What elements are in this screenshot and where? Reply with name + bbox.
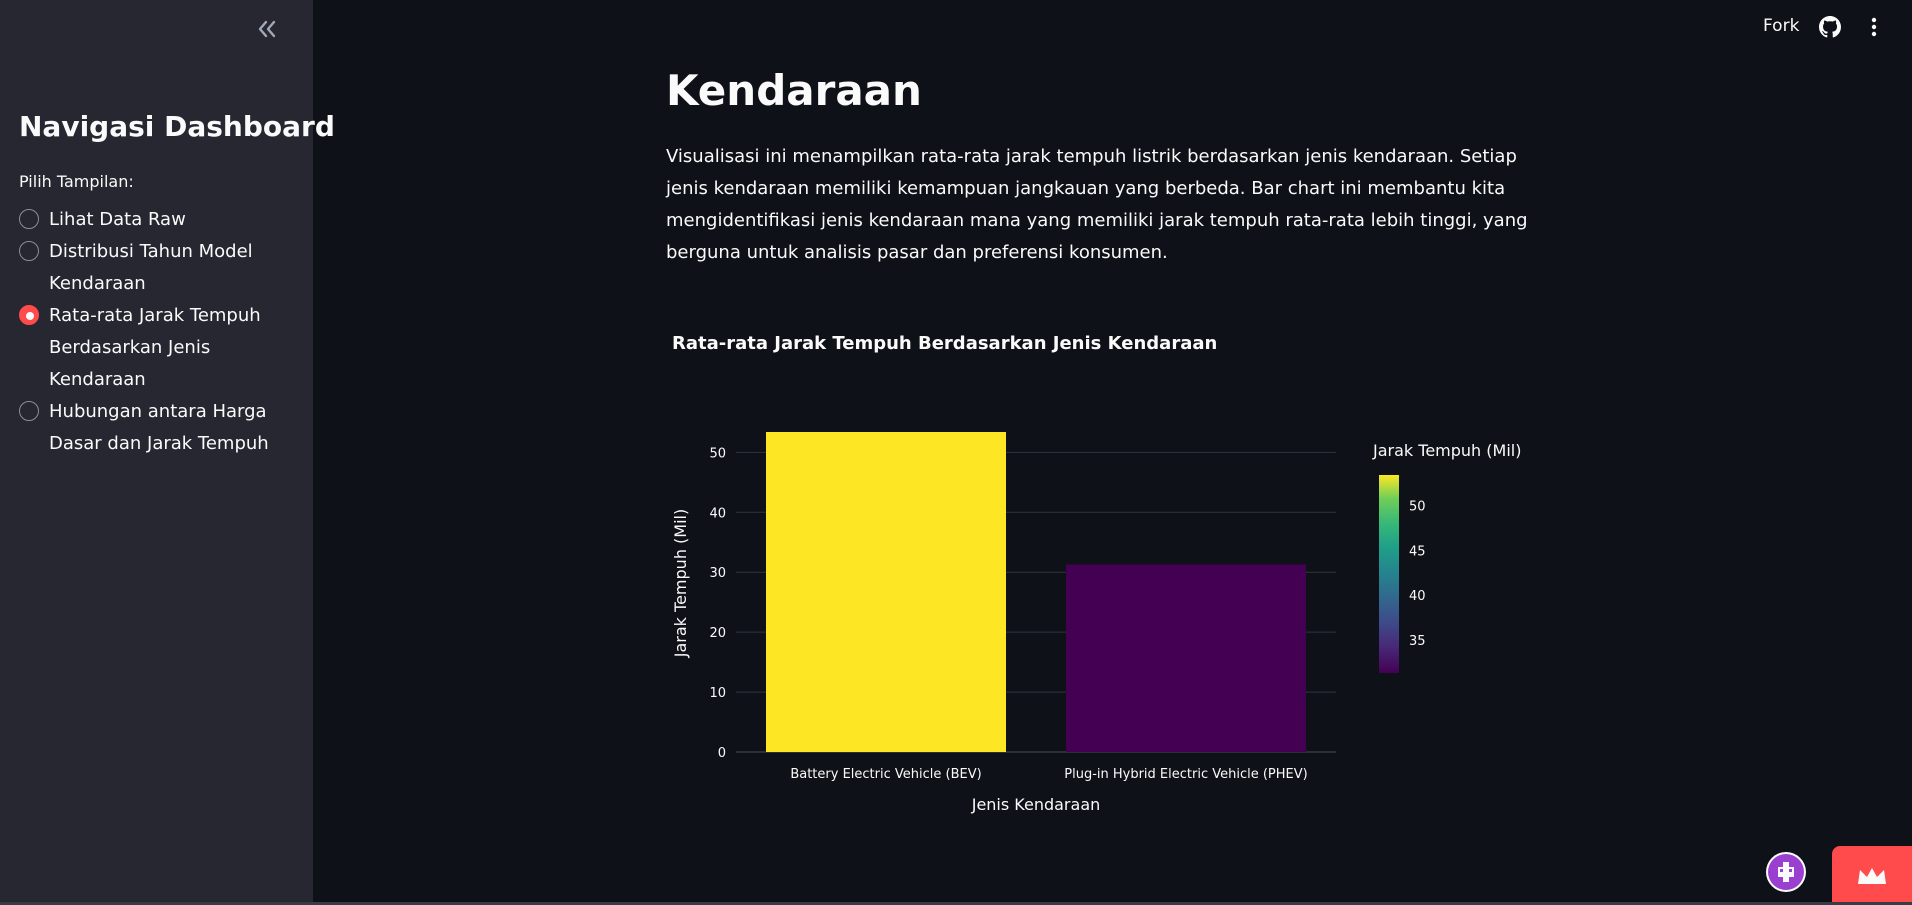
radio-group-label: Pilih Tampilan: — [19, 172, 134, 191]
x-tick-label: Battery Electric Vehicle (BEV) — [790, 767, 981, 782]
view-radio-group: Lihat Data Raw Distribusi Tahun Model Ke… — [19, 204, 299, 460]
radio-option-label: Lihat Data Raw — [49, 209, 186, 230]
bar-chart: 0 10 20 30 40 50 Battery Electric Vehicle (BE… — [671, 432, 1521, 814]
fork-button[interactable]: Fork — [1763, 16, 1799, 36]
y-tick-label: 0 — [718, 746, 726, 761]
user-avatar[interactable] — [1766, 852, 1806, 892]
bar[interactable] — [1066, 564, 1306, 752]
crown-icon — [1858, 867, 1886, 884]
radio-button[interactable] — [19, 401, 39, 421]
colorbar-tick-label: 45 — [1409, 544, 1426, 559]
double-chevron-left-icon — [258, 20, 276, 38]
y-tick-label: 20 — [709, 626, 726, 641]
sidebar: Navigasi Dashboard Pilih Tampilan: Lihat… — [0, 0, 335, 905]
page-title: Kendaraan — [666, 66, 922, 115]
bar[interactable] — [766, 432, 1006, 752]
colorbar — [1379, 475, 1399, 673]
colorbar-tick-labels: 35 40 45 50 — [1409, 499, 1426, 648]
github-icon[interactable] — [1819, 16, 1841, 42]
y-tick-labels: 0 10 20 30 40 50 — [709, 446, 726, 761]
radio-option-label: Rata-rata Jarak Tempuh Berdasarkan Jenis… — [49, 305, 261, 390]
colorbar-tick-label: 50 — [1409, 499, 1426, 514]
radio-option-label: Hubungan antara Harga Dasar dan Jarak Te… — [49, 401, 269, 454]
kebab-menu-icon[interactable] — [1864, 16, 1884, 42]
colorbar-tick-label: 40 — [1409, 589, 1426, 604]
y-tick-label: 10 — [709, 686, 726, 701]
radio-button[interactable] — [19, 241, 39, 261]
y-axis-label: Jarak Tempuh (Mil) — [671, 509, 690, 658]
x-axis-label: Jenis Kendaraan — [971, 795, 1101, 814]
x-tick-labels: Battery Electric Vehicle (BEV) Plug-in Hy… — [790, 767, 1307, 782]
radio-option-lihat-data-raw[interactable]: Lihat Data Raw — [19, 204, 299, 236]
collapse-sidebar-button[interactable] — [250, 14, 284, 44]
radio-option-distribusi-tahun[interactable]: Distribusi Tahun Model Kendaraan — [19, 236, 299, 300]
radio-option-rata-rata-jarak[interactable]: Rata-rata Jarak Tempuh Berdasarkan Jenis… — [19, 300, 299, 396]
colorbar-tick-label: 35 — [1409, 634, 1426, 649]
radio-button-selected[interactable] — [19, 305, 39, 325]
colorbar-title: Jarak Tempuh (Mil) — [1372, 441, 1521, 460]
x-tick-label: Plug-in Hybrid Electric Vehicle (PHEV) — [1064, 767, 1307, 782]
radio-option-label: Distribusi Tahun Model Kendaraan — [49, 241, 253, 294]
y-tick-label: 30 — [709, 566, 726, 581]
avatar-icon — [1768, 854, 1804, 890]
radio-button[interactable] — [19, 209, 39, 229]
page-description: Visualisasi ini menampilkan rata-rata ja… — [666, 146, 1528, 263]
y-tick-label: 50 — [709, 446, 726, 461]
bars — [766, 432, 1306, 752]
sidebar-title: Navigasi Dashboard — [19, 110, 335, 143]
radio-option-hubungan-harga[interactable]: Hubungan antara Harga Dasar dan Jarak Te… — [19, 396, 299, 460]
y-tick-label: 40 — [709, 506, 726, 521]
streamlit-badge[interactable] — [1832, 846, 1912, 905]
